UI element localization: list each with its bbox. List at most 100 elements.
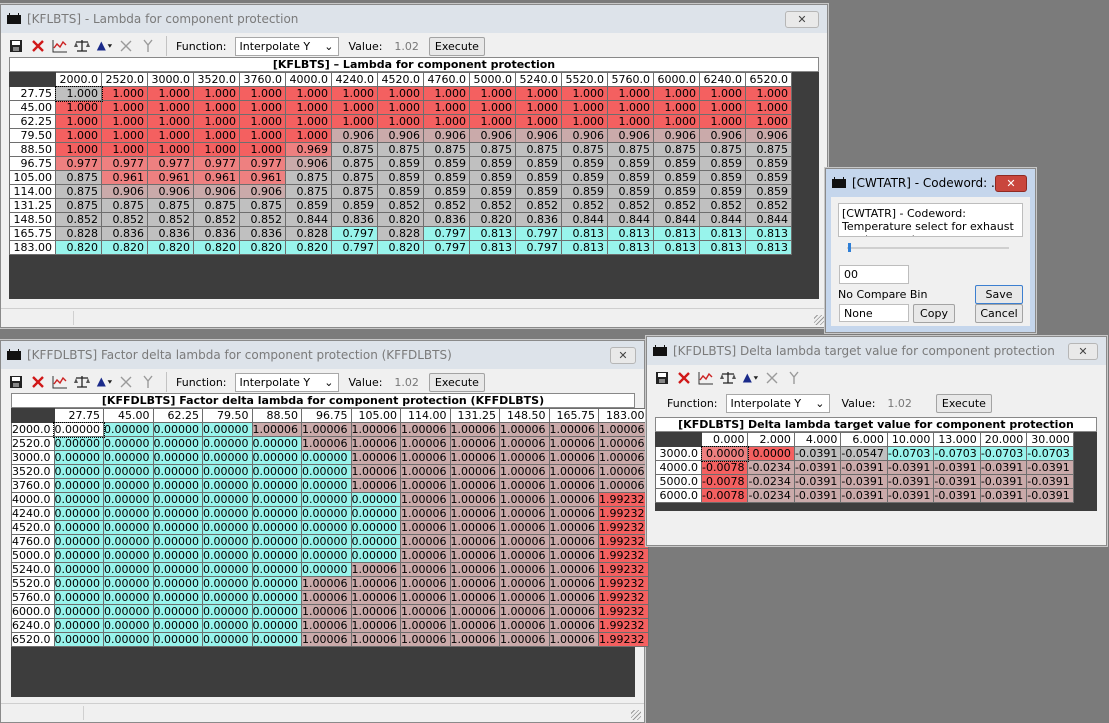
execute-button[interactable]: Execute	[428, 36, 485, 56]
column-header[interactable]: 3000.0	[147, 72, 194, 87]
table-cell[interactable]: 0.00000	[202, 478, 253, 493]
table-cell[interactable]: 1.00006	[499, 590, 550, 605]
table-cell[interactable]: 0.797	[423, 226, 470, 241]
table-cell[interactable]: 0.820	[377, 212, 424, 227]
table-cell[interactable]: 0.00000	[152, 576, 203, 591]
table-cell[interactable]: 0.00000	[103, 618, 154, 633]
table-cell[interactable]: 0.906	[101, 184, 148, 199]
row-header[interactable]: 2520.0	[11, 436, 55, 451]
balance-icon[interactable]	[73, 373, 91, 391]
table-cell[interactable]: 1.000	[147, 114, 194, 129]
table-cell[interactable]: 1.000	[607, 114, 654, 129]
table-cell[interactable]: -0.0391	[793, 488, 842, 503]
table-cell[interactable]: 1.000	[377, 114, 424, 129]
column-header[interactable]: 148.50	[499, 408, 550, 423]
table-cell[interactable]: 1.00006	[301, 436, 352, 451]
row-header[interactable]: 6000.0	[11, 604, 55, 619]
table-cell[interactable]: 0.875	[331, 184, 378, 199]
table-cell[interactable]: 1.000	[561, 86, 608, 101]
row-header[interactable]: 5000.0	[11, 548, 55, 563]
paint-icon[interactable]	[95, 373, 113, 391]
table-cell[interactable]: 1.00006	[449, 548, 500, 563]
table-cell[interactable]: 0.852	[239, 212, 286, 227]
table-cell[interactable]: 0.00000	[152, 506, 203, 521]
row-header[interactable]: 5520.0	[11, 576, 55, 591]
table-cell[interactable]: 0.813	[699, 226, 746, 241]
table-cell[interactable]: 1.000	[699, 114, 746, 129]
table-cell[interactable]: 0.977	[193, 156, 240, 171]
row-header[interactable]: 4000.0	[655, 460, 702, 475]
save-icon[interactable]	[7, 373, 25, 391]
table-cell[interactable]: 0.875	[423, 142, 470, 157]
table-cell[interactable]: 0.852	[653, 198, 700, 213]
table-cell[interactable]: 0.961	[239, 170, 286, 185]
table-cell[interactable]: 0.820	[147, 240, 194, 255]
table-cell[interactable]: 1.00006	[350, 576, 401, 591]
table-cell[interactable]: 0.906	[561, 128, 608, 143]
table-cell[interactable]: 0.00000	[202, 590, 253, 605]
table-cell[interactable]: 0.977	[101, 156, 148, 171]
table-cell[interactable]: 1.000	[423, 86, 470, 101]
table-cell[interactable]: -0.0391	[979, 488, 1028, 503]
column-header[interactable]: 5000.0	[469, 72, 516, 87]
table-cell[interactable]: 1.00006	[449, 534, 500, 549]
table-cell[interactable]: 0.859	[561, 170, 608, 185]
table-cell[interactable]: 1.00006	[548, 534, 599, 549]
column-header[interactable]: 30.000	[1026, 432, 1074, 447]
table-cell[interactable]: 0.00000	[53, 492, 104, 507]
table-cell[interactable]: 1.00006	[548, 492, 599, 507]
paint-icon[interactable]	[741, 369, 759, 387]
table-cell[interactable]: 0.00000	[251, 506, 302, 521]
delete-icon[interactable]	[29, 37, 47, 55]
table-cell[interactable]: 1.00006	[449, 562, 500, 577]
column-header[interactable]: 2520.0	[101, 72, 148, 87]
table-cell[interactable]: 0.00000	[301, 492, 352, 507]
table-cell[interactable]: 1.00006	[400, 478, 451, 493]
table-cell[interactable]: 1.00006	[449, 576, 500, 591]
table-cell[interactable]: 0.906	[699, 128, 746, 143]
table-cell[interactable]: -0.0391	[793, 474, 842, 489]
column-header[interactable]: 45.00	[103, 408, 154, 423]
table-cell[interactable]: 1.99232	[598, 520, 649, 535]
table-cell[interactable]: 0.813	[745, 226, 792, 241]
table-cell[interactable]: 1.99232	[598, 534, 649, 549]
table-cell[interactable]: 0.875	[745, 142, 792, 157]
table-cell[interactable]: 0.00000	[53, 590, 104, 605]
table-cell[interactable]: 1.00006	[400, 506, 451, 521]
table-cell[interactable]: -0.0391	[886, 488, 935, 503]
table-cell[interactable]: 0.836	[193, 226, 240, 241]
table-cell[interactable]: 1.00006	[449, 436, 500, 451]
table-cell[interactable]: 0.00000	[53, 632, 104, 647]
table-cell[interactable]: 0.00000	[152, 492, 203, 507]
table-cell[interactable]: 0.00000	[350, 506, 401, 521]
table-cell[interactable]: 0.859	[607, 184, 654, 199]
balance-icon[interactable]	[719, 369, 737, 387]
table-cell[interactable]: 1.00006	[548, 576, 599, 591]
table-cell[interactable]: 0.00000	[350, 534, 401, 549]
table-cell[interactable]: 1.99232	[598, 492, 649, 507]
table-cell[interactable]: 0.00000	[202, 464, 253, 479]
row-header[interactable]: 4520.0	[11, 520, 55, 535]
table-cell[interactable]: 1.00006	[548, 478, 599, 493]
table-cell[interactable]: 0.859	[469, 170, 516, 185]
row-header[interactable]: 114.00	[9, 184, 56, 199]
table-cell[interactable]: 1.00006	[548, 422, 599, 437]
row-header[interactable]: 4000.0	[11, 492, 55, 507]
table-cell[interactable]: 0.875	[331, 156, 378, 171]
row-header[interactable]: 131.25	[9, 198, 56, 213]
table-cell[interactable]: 1.000	[54, 85, 103, 102]
column-header[interactable]: 4240.0	[331, 72, 378, 87]
table-cell[interactable]: 1.99232	[598, 590, 649, 605]
table-cell[interactable]: 1.00006	[301, 618, 352, 633]
row-header[interactable]: 79.50	[9, 128, 56, 143]
table-cell[interactable]: 0.00000	[202, 562, 253, 577]
table-cell[interactable]: 0.875	[55, 170, 102, 185]
row-header[interactable]: 6240.0	[11, 618, 55, 633]
column-header[interactable]: 10.000	[886, 432, 935, 447]
graph-icon[interactable]	[51, 37, 69, 55]
table-cell[interactable]: 0.00000	[152, 604, 203, 619]
table-cell[interactable]: 0.836	[147, 226, 194, 241]
table-cell[interactable]: 1.00006	[499, 632, 550, 647]
table-cell[interactable]: 1.00006	[400, 464, 451, 479]
table-cell[interactable]: 0.00000	[251, 576, 302, 591]
